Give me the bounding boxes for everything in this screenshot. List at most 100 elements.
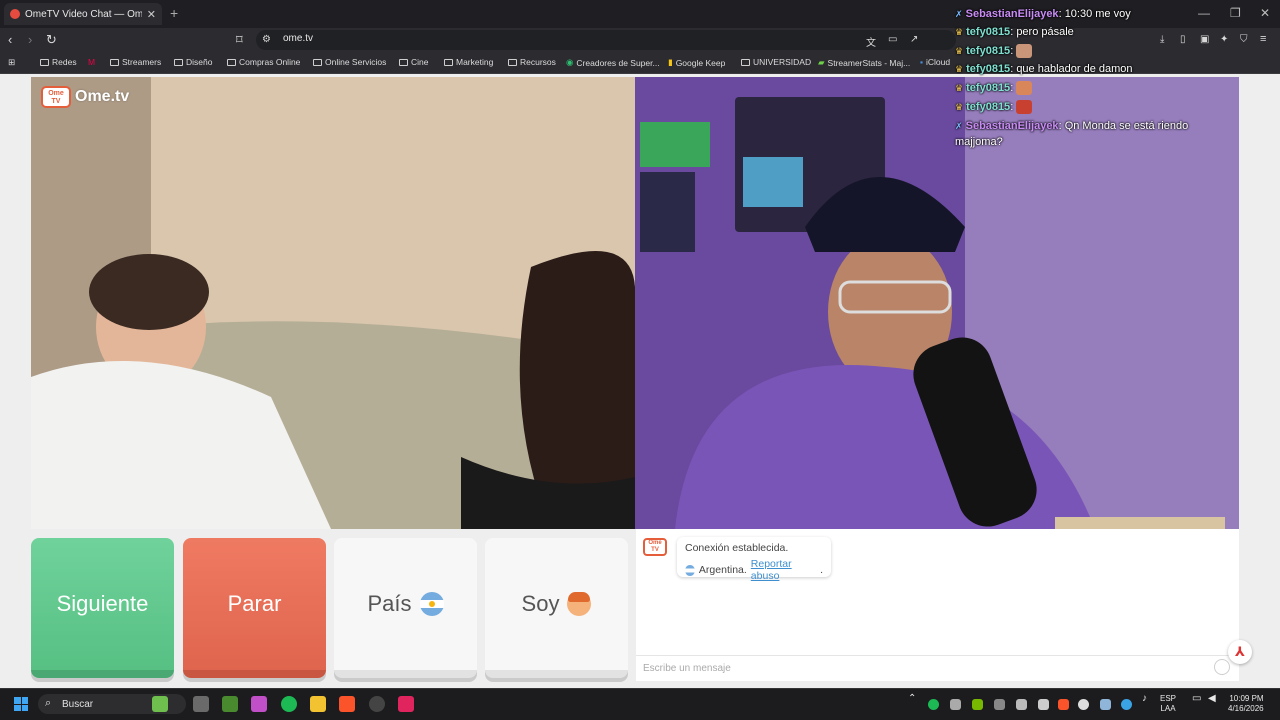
tray-spotify-icon[interactable]	[928, 699, 939, 710]
maximize-icon[interactable]: ❐	[1230, 6, 1241, 20]
vpn-shield-icon[interactable]: ⛉	[1240, 34, 1248, 45]
steam-icon[interactable]	[1100, 699, 1111, 710]
gender-button[interactable]: Soy	[485, 538, 628, 678]
bookmark-icon[interactable]: ⌑	[236, 32, 243, 48]
sidebar-icon[interactable]: ▯	[1180, 34, 1186, 45]
language-indicator[interactable]: ESP LAA	[1160, 694, 1176, 714]
gender-label: Soy	[521, 591, 560, 616]
icloud-icon: ▪	[920, 57, 924, 67]
tray-app-icon[interactable]	[1078, 699, 1089, 710]
pdf-icon[interactable]: ⅄	[1228, 640, 1252, 664]
download-icon[interactable]: ⤓	[1160, 34, 1164, 45]
bookmark-folder[interactable]: Streamers	[110, 57, 161, 67]
forward-icon[interactable]: ›	[28, 32, 32, 47]
bookmark-folder[interactable]: UNIVERSIDAD	[741, 57, 811, 67]
bookmark-folder[interactable]: Cine	[399, 57, 428, 67]
tray-app-icon[interactable]	[994, 699, 1005, 710]
spotify-icon[interactable]	[281, 696, 297, 712]
address-bar[interactable]	[256, 30, 956, 50]
translate-icon[interactable]: 文	[866, 34, 876, 49]
obs-icon[interactable]	[369, 696, 385, 712]
file-explorer-icon[interactable]	[310, 696, 326, 712]
creator-icon: ◉	[566, 57, 574, 67]
bookmark-folder[interactable]: Recursos	[508, 57, 556, 67]
folder-icon	[227, 58, 236, 66]
apps-grid-icon[interactable]: ⊞	[8, 57, 15, 68]
stream-chat-message: ♛ tefy0815:	[955, 81, 1033, 95]
search-label: Buscar	[62, 699, 94, 710]
gmail-icon[interactable]: M	[88, 57, 95, 67]
emote-icon	[1016, 100, 1033, 114]
folder-icon	[444, 58, 453, 66]
stream-chat-message: ✗ SebastianElijayek: Qn Monda se está ri…	[955, 120, 1189, 132]
back-icon[interactable]: ‹	[8, 32, 12, 47]
windows-start-icon[interactable]	[14, 697, 28, 711]
stream-chat-message: ♛ tefy0815:	[955, 44, 1033, 58]
country-button[interactable]: País	[334, 538, 477, 678]
stranger-video-scene	[31, 77, 635, 529]
folder-icon	[40, 58, 49, 66]
bookmark-folder[interactable]: Diseño	[174, 57, 212, 67]
tray-app-icon[interactable]	[1016, 699, 1027, 710]
next-button[interactable]: Siguiente	[31, 538, 174, 678]
close-tab-icon[interactable]: ✕	[147, 8, 156, 21]
nvidia-icon[interactable]	[972, 699, 983, 710]
show-hidden-icon[interactable]: ⌃	[908, 694, 916, 704]
reload-icon[interactable]: ↻	[46, 32, 57, 48]
crown-icon: ♛	[955, 27, 964, 37]
bookmark-link[interactable]: ▰ StreamerStats - Maj...	[818, 57, 910, 68]
country-label: País	[367, 591, 412, 616]
boy-face-icon	[567, 592, 592, 616]
report-suffix: .	[820, 564, 823, 576]
minecraft-icon[interactable]	[222, 696, 238, 712]
bookmark-link[interactable]: ◉ Creadores de Super...	[566, 57, 660, 68]
edge-icon[interactable]	[1121, 699, 1132, 710]
emoji-icon[interactable]	[1214, 659, 1230, 675]
menu-icon[interactable]: ≡	[1260, 33, 1266, 45]
ometv-tv-icon: Ome TV	[41, 86, 71, 108]
report-abuse-link[interactable]: Reportar abuso	[751, 558, 816, 582]
bookmark-folder[interactable]: Marketing	[444, 57, 493, 67]
site-info-icon[interactable]: ⚙	[262, 34, 271, 45]
brave-icon[interactable]	[339, 696, 355, 712]
tab-ometv[interactable]: OmeTV Video Chat — Omeg ✕	[4, 3, 162, 25]
app-icon[interactable]	[251, 696, 267, 712]
stats-icon: ▰	[818, 57, 825, 67]
folder-icon	[399, 58, 408, 66]
bookmark-folder[interactable]: Compras Online	[227, 57, 300, 67]
network-icon[interactable]: ▭	[1192, 694, 1201, 704]
tray-brave-icon[interactable]	[1058, 699, 1069, 710]
message-placeholder: Escribe un mensaje	[643, 663, 731, 674]
stream-chat-message: ✗ SebastianElijayek: 10:30 me voy	[955, 8, 1131, 20]
new-tab-button[interactable]: +	[170, 5, 178, 21]
self-video	[635, 77, 1239, 529]
clock[interactable]: 10:09 PM 4/16/2026	[1228, 694, 1264, 714]
minimize-icon[interactable]: —	[1198, 6, 1210, 20]
folder-icon	[110, 58, 119, 66]
cast-icon[interactable]: ▭	[888, 34, 897, 45]
share-icon[interactable]: ↗	[910, 34, 918, 45]
close-window-icon[interactable]: ✕	[1260, 6, 1270, 20]
tray-app-icon[interactable]	[950, 699, 961, 710]
crown-icon: ♛	[955, 101, 964, 112]
bookmark-folder[interactable]: Online Servicios	[313, 57, 386, 67]
stop-button[interactable]: Parar	[183, 538, 326, 678]
connection-status: Conexión establecida.	[685, 542, 789, 554]
leo-ai-icon[interactable]: ✦	[1220, 34, 1228, 45]
volume-icon[interactable]: ◀	[1208, 694, 1216, 704]
tiktok-icon[interactable]	[398, 696, 414, 712]
tray-app-icon[interactable]	[1038, 699, 1049, 710]
bookmark-link[interactable]: ▮ Google Keep	[668, 57, 725, 68]
bookmark-folder[interactable]: Redes	[40, 57, 77, 67]
argentina-flag-icon	[685, 564, 695, 576]
emote-icon	[1016, 44, 1033, 58]
bookmark-link[interactable]: ▪ iCloud	[920, 57, 950, 67]
crown-icon: ♛	[955, 45, 964, 56]
wallet-icon[interactable]: ▣	[1200, 34, 1209, 45]
microphone-icon[interactable]: ♪	[1142, 694, 1147, 704]
stream-chat-message-cont: majjoma?	[955, 136, 1003, 148]
tulip-widget-icon[interactable]	[152, 696, 168, 712]
task-view-icon[interactable]	[193, 696, 209, 712]
crown-icon: ♛	[955, 82, 964, 93]
emote-icon	[1016, 81, 1033, 95]
